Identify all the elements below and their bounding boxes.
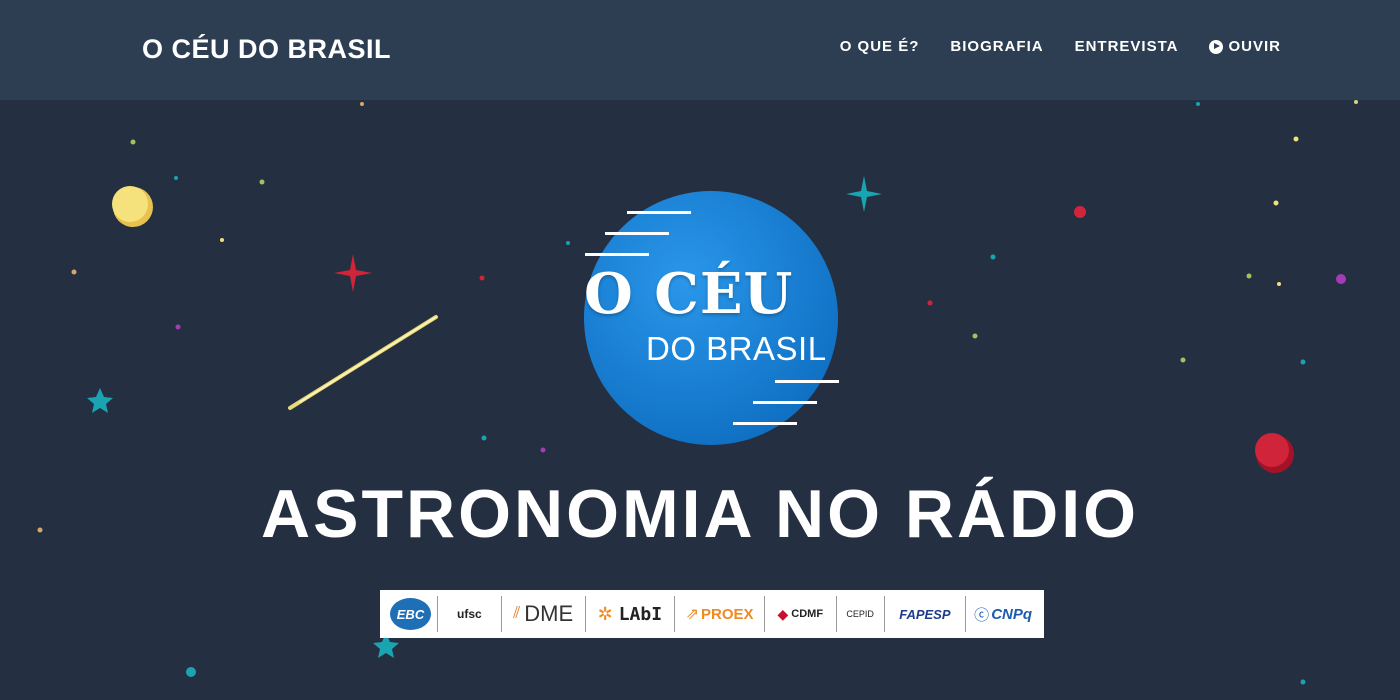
teal-five-point-star [87,388,113,413]
fapesp-logo: FAPESP [899,606,951,622]
partner-dme[interactable]: ⫽ DME [502,596,586,632]
nav-link-entrevista[interactable]: ENTREVISTA [1075,38,1179,55]
partner-cdmf[interactable]: ◆ CDMF [765,596,837,632]
page-headline: ASTRONOMIA NO RÁDIO [260,476,1139,552]
nav-label: O QUE É? [839,38,920,55]
ufsc-logo: ufsc [457,607,482,621]
nav-link-ouvir[interactable]: OUVIR [1209,38,1281,55]
partner-logos-bar: EBC ufsc ⫽ DME ✲ LAbI ⇗ PROEX ◆ CDMF CEP… [380,590,1044,638]
cepid-logo: CEPID [846,609,874,619]
brand-link[interactable]: O CÉU DO BRASIL [142,34,391,65]
partner-labi[interactable]: ✲ LAbI [586,596,676,632]
cnpq-swirl-icon: ⓒ [974,606,990,624]
nav-menu: O QUE É? BIOGRAFIA ENTREVISTA OUVIR [840,38,1281,55]
nav-item-ouvir: OUVIR [1209,38,1281,55]
cdmf-logo: CDMF [791,608,824,620]
partner-ebc[interactable]: EBC [384,596,438,632]
logo-subtitle: DO BRASIL [646,330,827,367]
nav-item-biografia: BIOGRAFIA [950,38,1043,55]
partner-cepid[interactable]: CEPID [837,596,885,632]
partner-fapesp[interactable]: FAPESP [885,596,967,632]
red-planet [1255,433,1294,473]
red-sparkle-star [334,254,372,292]
ebc-logo: EBC [390,598,431,630]
nav-label: BIOGRAFIA [950,38,1044,55]
partner-cnpq[interactable]: ⓒ CNPq [966,596,1040,632]
cnpq-logo: CNPq [991,605,1033,623]
top-navbar: O CÉU DO BRASIL O QUE É? BIOGRAFIA ENTRE… [0,0,1400,100]
dme-arcs-icon: ⫽ [513,605,521,622]
proex-logo: PROEX [700,605,754,623]
logo-title: O CÉU [584,261,794,327]
nav-link-biografia[interactable]: BIOGRAFIA [950,38,1043,55]
labi-cross-icon: ✲ [597,603,613,624]
play-circle-icon [1209,39,1224,54]
nav-item-entrevista: ENTREVISTA [1075,38,1179,55]
dme-logo: DME [524,601,574,626]
cdmf-diamond-icon: ◆ [777,605,789,622]
shooting-star [288,315,438,410]
partner-proex[interactable]: ⇗ PROEX [675,596,765,632]
nav-link-o-que-e[interactable]: O QUE É? [840,38,920,55]
program-logo: O CÉU DO BRASIL [580,190,842,448]
labi-logo: LAbI [618,603,663,625]
proex-arrow-icon: ⇗ [685,606,699,623]
nav-item-o-que-e: O QUE É? [840,38,920,55]
partner-ufsc[interactable]: ufsc [438,596,502,632]
nav-label: ENTREVISTA [1074,38,1179,55]
yellow-planet [112,186,153,227]
teal-sparkle-star [846,176,882,212]
nav-label: OUVIR [1228,38,1281,55]
